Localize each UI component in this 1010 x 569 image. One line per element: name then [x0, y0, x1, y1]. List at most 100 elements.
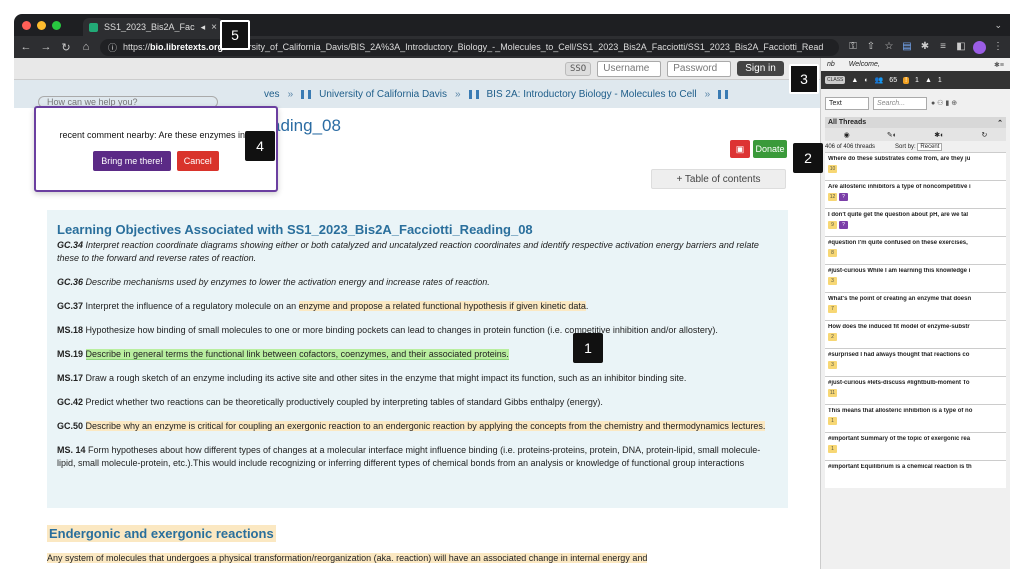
thread-title: Where do these substrates come from, are…	[828, 156, 971, 162]
site-info-icon[interactable]: ⓘ	[108, 41, 117, 54]
print-button[interactable]: ▣	[730, 140, 750, 158]
sso-button[interactable]: SSO	[564, 61, 592, 76]
bring-me-there-button[interactable]: Bring me there!	[93, 151, 171, 171]
thread-item[interactable]: #surprised I had always thought that rea…	[825, 348, 1006, 376]
back-icon[interactable]: ←	[20, 41, 32, 53]
callout-4: 4	[245, 131, 275, 161]
thread-item[interactable]: This means that allosteric inhibition is…	[825, 404, 1006, 432]
all-threads-header[interactable]: All Threads ⌃	[825, 117, 1006, 128]
page-title: ading_08	[271, 116, 341, 135]
thread-title: #just-curious While I am learning this k…	[828, 268, 971, 274]
thread-item[interactable]: #important Equilibrium is a chemical rea…	[825, 460, 1006, 488]
url-field[interactable]: ⓘ https://bio.libretexts.org/University_…	[100, 38, 839, 56]
filter-tools-icons[interactable]: ● ⚇ ▮ ⊕	[931, 99, 957, 107]
thread-item[interactable]: #important Summary of the topic of exerg…	[825, 432, 1006, 460]
username-field[interactable]: Username	[597, 60, 662, 77]
cancel-button[interactable]: Cancel	[176, 151, 219, 171]
objective-item: GC.37 Interpret the influence of a regul…	[57, 300, 778, 313]
thread-toggles: ◉ ✎◐ ✱◐ ↻	[825, 128, 1006, 141]
breadcrumb-separator-icon: »	[704, 88, 711, 100]
bookmark-star-icon[interactable]: ☆	[883, 41, 895, 53]
highlighted-text[interactable]: Describe why an enzyme is critical for c…	[85, 421, 766, 431]
collapse-chevron-icon[interactable]: ⌃	[997, 119, 1003, 127]
all-threads-label: All Threads	[828, 119, 867, 126]
class-button[interactable]: CLASS	[825, 76, 846, 84]
puzzle-extensions-icon[interactable]: ✱	[919, 41, 931, 53]
callout-2: 2	[793, 143, 823, 173]
home-icon[interactable]: ⌂	[80, 41, 92, 53]
objective-item: MS.18 Hypothesize how binding of small m…	[57, 324, 778, 337]
users-icon: 👥	[874, 77, 884, 84]
thread-item[interactable]: Are allosteric inhibitors a type of nonc…	[825, 180, 1006, 208]
close-window-button[interactable]	[22, 20, 31, 30]
forward-icon[interactable]: →	[40, 41, 52, 53]
key-icon[interactable]: ⚿	[847, 41, 859, 53]
refresh-icon[interactable]: ↻	[982, 131, 988, 139]
password-field[interactable]: Password	[667, 60, 732, 77]
nb-toolbar: CLASS ▲ ◐ 👥 65 ! 1 ▲ 1	[821, 71, 1010, 89]
objective-code: GC.36	[57, 277, 84, 287]
reading-list-icon[interactable]: ≡	[937, 41, 949, 53]
highlighted-text[interactable]: enzyme and propose a related functional …	[298, 301, 586, 311]
reload-icon[interactable]: ↻	[60, 41, 72, 54]
url-host: bio.libretexts.org	[150, 42, 224, 52]
url-path: /University_of_California_Davis/BIS_2A%3…	[223, 42, 824, 52]
donate-button[interactable]: Donate	[753, 140, 787, 158]
reply-count-badge: 2	[828, 333, 837, 341]
browser-menu-icon[interactable]: ⋮	[992, 41, 1004, 53]
objective-code: MS.18	[57, 325, 84, 335]
eye-toggle-icon[interactable]: ◉	[844, 131, 850, 139]
nb-search-input[interactable]: Search...	[873, 96, 927, 110]
thread-item[interactable]: #question I'm quite confused on these ex…	[825, 236, 1006, 264]
objective-item: MS.19 Describe in general terms the func…	[57, 348, 778, 361]
objective-code: MS.17	[57, 373, 84, 383]
thread-item[interactable]: What's the point of creating an enzyme t…	[825, 292, 1006, 320]
thread-item[interactable]: #just-curious While I am learning this k…	[825, 264, 1006, 292]
objective-item: GC.42 Predict whether two reactions can …	[57, 396, 778, 409]
objective-text: Describe mechanisms used by enzymes to l…	[85, 277, 490, 287]
tab-list-chevron-icon[interactable]: ⌄	[994, 20, 1002, 31]
objective-text: Interpret the influence of a regulatory …	[85, 301, 299, 311]
question-badge-icon: ?	[839, 221, 848, 229]
tab-close-icon[interactable]: ×	[211, 22, 217, 33]
thread-title: #important Equilibrium is a chemical rea…	[828, 464, 972, 470]
thread-item[interactable]: #just-curious #lets-discuss #lightbulb-m…	[825, 376, 1006, 404]
browser-tab[interactable]: SS1_2023_Bis2A_Facciotti ◂ ×	[83, 18, 223, 36]
question-badge-icon: ?	[839, 193, 848, 201]
thread-list: Where do these substrates come from, are…	[821, 152, 1010, 488]
toggle-icon[interactable]: ◐	[864, 77, 868, 84]
thread-item[interactable]: I don't quite get the question about pH,…	[825, 208, 1006, 236]
breadcrumb-item[interactable]: BIS 2A: Introductory Biology - Molecules…	[487, 89, 697, 100]
thread-item[interactable]: Where do these substrates come from, are…	[825, 152, 1006, 180]
users-count: 65	[889, 76, 898, 84]
thread-item[interactable]: How does the induced fit model of enzyme…	[825, 320, 1006, 348]
sign-in-button[interactable]: Sign in	[737, 61, 784, 76]
objective-text: Predict whether two reactions can be the…	[85, 397, 603, 407]
callout-1: 1	[573, 333, 603, 363]
sort-select[interactable]: Recent	[917, 142, 943, 151]
pen-toggle-icon[interactable]: ✎◐	[887, 131, 897, 139]
zoom-window-button[interactable]	[52, 20, 61, 30]
minimize-window-button[interactable]	[37, 20, 46, 30]
breadcrumb-item[interactable]: University of California Davis	[319, 89, 447, 100]
share-icon[interactable]: ⇧	[865, 41, 877, 53]
breadcrumb-item[interactable]: ves	[264, 89, 280, 100]
highlighted-text[interactable]: Describe in general terms the functional…	[85, 349, 509, 360]
settings-icon[interactable]: ✱≡	[994, 61, 1004, 69]
star-toggle-icon[interactable]: ✱◐	[934, 131, 944, 139]
sidebar-icon[interactable]: ◧	[955, 41, 967, 53]
document-extension-icon[interactable]: ▤	[901, 41, 913, 53]
profile-avatar[interactable]	[973, 40, 986, 54]
address-bar-row: ← → ↻ ⌂ ⓘ https://bio.libretexts.org/Uni…	[14, 36, 1010, 58]
objective-item: MS.17 Draw a rough sketch of an enzyme i…	[57, 372, 778, 385]
bell-icon[interactable]: ▲	[851, 77, 858, 84]
url-scheme: https://	[123, 42, 151, 52]
sort-label: Sort by:	[895, 143, 916, 150]
filter-select[interactable]: Text	[825, 96, 869, 110]
nearby-comment-popup: recent comment nearby: Are these enzymes…	[34, 106, 278, 192]
inbox-icon[interactable]: ▲	[925, 77, 932, 84]
table-of-contents-button[interactable]: + Table of contents	[651, 169, 786, 189]
book-icon[interactable]	[718, 89, 729, 99]
objective-text: Interpret reaction coordinate diagrams s…	[57, 240, 759, 263]
reply-count-badge: 3	[828, 277, 837, 285]
